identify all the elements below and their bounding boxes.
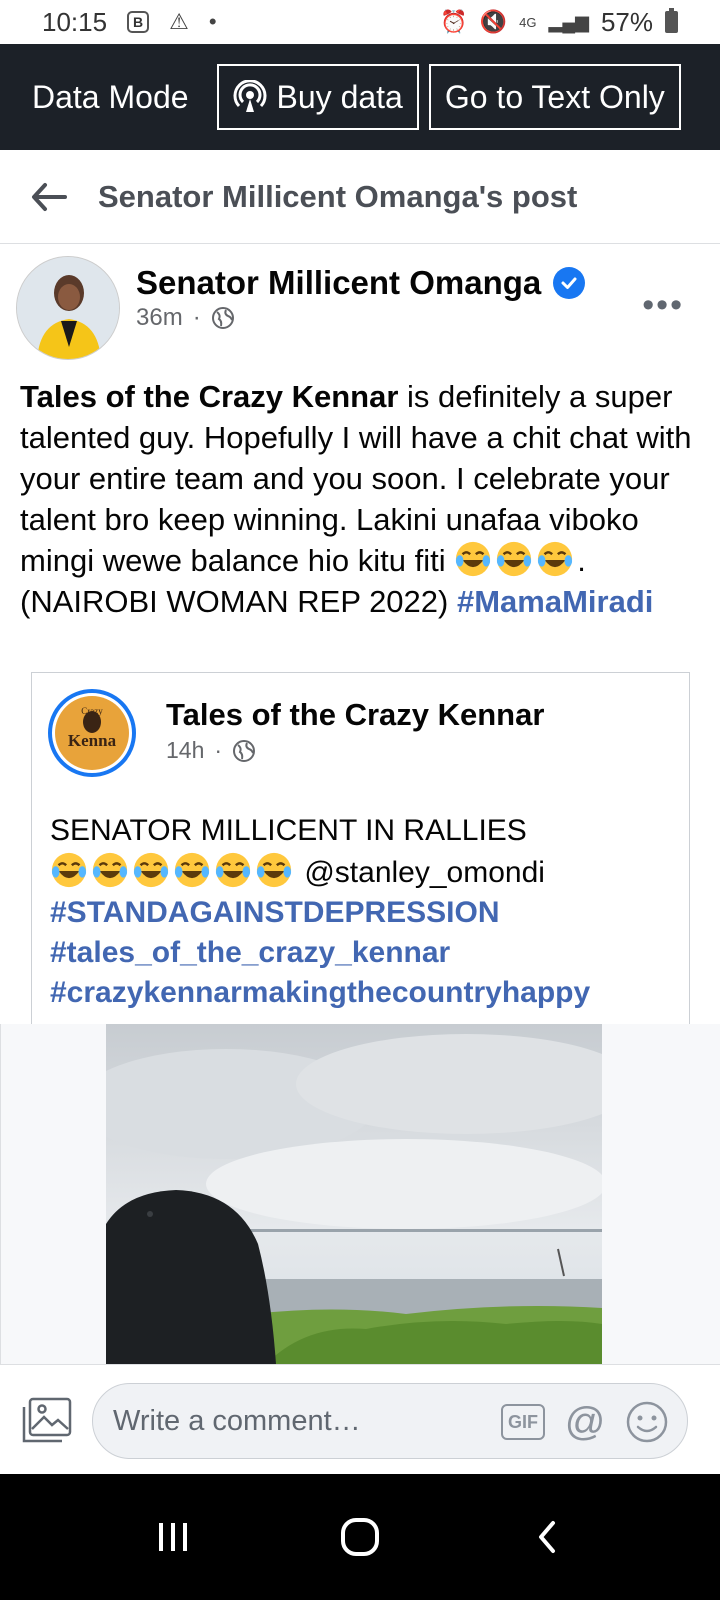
signal-icon: ▂▄▆ — [548, 11, 589, 32]
laughing-emoji-icon — [92, 852, 128, 888]
photo-attach-button[interactable] — [20, 1395, 74, 1445]
shared-author-avatar[interactable]: Crazy Kenna — [48, 689, 136, 777]
post-time[interactable]: 36m — [136, 304, 183, 332]
network-4g-icon: 4G — [519, 14, 537, 30]
buy-data-label: Buy data — [276, 78, 403, 115]
avatar-photo — [17, 257, 119, 359]
chevron-left-icon — [538, 1521, 555, 1553]
meta-separator: · — [192, 304, 201, 331]
shared-mention[interactable]: @stanley_omondi — [304, 856, 545, 889]
post-caption: Tales of the Crazy Kennar is definitely … — [20, 376, 700, 622]
more-options-icon[interactable]: ••• — [642, 286, 684, 325]
shared-post-meta: 14h · — [166, 737, 256, 764]
globe-icon — [233, 739, 256, 762]
author-avatar[interactable] — [16, 256, 120, 360]
page-title: Senator Millicent Omanga's post — [98, 178, 578, 214]
shared-author-name[interactable]: Tales of the Crazy Kennar — [166, 697, 544, 733]
smiley-icon — [626, 1401, 668, 1443]
post-meta: 36m · — [136, 304, 235, 332]
back-arrow-icon — [32, 182, 67, 211]
avatar-logo: Crazy Kenna — [55, 696, 129, 770]
shared-post-text: SENATOR MILLICENT IN RALLIES @stanley_om… — [50, 811, 680, 1013]
laughing-emoji-icon — [51, 852, 87, 888]
battery-percent: 57% — [600, 6, 653, 37]
post-header: Senator Millicent Omanga's post — [0, 150, 720, 244]
system-back-button[interactable] — [517, 1507, 577, 1567]
post-author-row: Senator Millicent Omanga 36m · ••• — [0, 256, 720, 360]
shared-hashtag-1[interactable]: #STANDAGAINSTDEPRESSION — [50, 893, 680, 933]
post-media[interactable] — [0, 1024, 720, 1364]
warning-icon: ⚠ — [169, 9, 189, 34]
app-notification-icon: B — [127, 11, 150, 33]
data-mode-label: Data Mode — [32, 78, 189, 115]
home-button[interactable] — [330, 1507, 390, 1567]
shared-post-card[interactable]: Crazy Kenna Tales of the Crazy Kennar 14… — [31, 672, 690, 1032]
meta-separator: · — [214, 737, 223, 763]
shared-hashtag-2[interactable]: #tales_of_the_crazy_kennar — [50, 933, 680, 973]
comment-bar: GIF @ — [0, 1364, 720, 1474]
caption-hashtag[interactable]: #MamaMiradi — [457, 584, 653, 619]
laughing-emoji-icon — [497, 541, 532, 577]
text-only-button[interactable]: Go to Text Only — [428, 64, 681, 130]
laughing-emoji-icon — [133, 852, 169, 888]
dot-icon: • — [208, 9, 217, 34]
battery-icon — [665, 8, 678, 33]
comment-input[interactable] — [113, 1398, 493, 1444]
recent-apps-button[interactable] — [143, 1507, 203, 1567]
mute-icon: 🔇 — [479, 9, 508, 34]
author-name[interactable]: Senator Millicent Omanga — [136, 264, 541, 302]
avatar-logo-text: Kenna — [68, 731, 117, 750]
laughing-emoji-icon — [215, 852, 251, 888]
verified-badge-icon — [553, 267, 586, 299]
gif-button[interactable]: GIF — [501, 1404, 545, 1440]
photo-scene — [106, 1024, 602, 1364]
author-name-row: Senator Millicent Omanga — [136, 264, 586, 302]
laughing-emoji-icon — [256, 852, 292, 888]
shared-emoji-line: @stanley_omondi — [50, 851, 680, 893]
comment-input-container[interactable]: GIF @ — [92, 1383, 688, 1459]
shared-post-time[interactable]: 14h — [166, 737, 204, 764]
avatar-logo-top-text: Crazy — [81, 706, 103, 716]
broadcast-icon — [233, 80, 266, 112]
laughing-emoji-icon — [174, 852, 210, 888]
home-icon — [340, 1518, 379, 1556]
system-nav-bar — [0, 1474, 720, 1600]
globe-icon — [211, 307, 234, 329]
post-photo[interactable] — [106, 1024, 602, 1364]
laughing-emoji-icon — [456, 541, 491, 577]
status-bar: 10:15 B ⚠ • ⏰ 🔇 4G ▂▄▆ 57% — [0, 0, 720, 44]
photo-gallery-icon — [22, 1397, 72, 1443]
data-mode-bar: Data Mode Buy data Go to Text Only — [0, 44, 720, 150]
status-time: 10:15 — [42, 6, 108, 37]
shared-hashtag-3[interactable]: #crazykennarmakingthecountryhappy — [50, 973, 680, 1013]
back-button[interactable] — [0, 182, 98, 212]
alarm-icon: ⏰ — [440, 9, 468, 34]
shared-text-line: SENATOR MILLICENT IN RALLIES — [50, 814, 527, 847]
laughing-emoji-icon — [538, 541, 573, 577]
emoji-button[interactable] — [625, 1400, 669, 1444]
caption-tagged-page[interactable]: Tales of the Crazy Kennar — [20, 379, 398, 414]
text-only-label: Go to Text Only — [444, 78, 665, 115]
recent-apps-icon — [159, 1523, 188, 1551]
buy-data-button[interactable]: Buy data — [216, 64, 419, 130]
mention-button[interactable]: @ — [563, 1400, 607, 1444]
